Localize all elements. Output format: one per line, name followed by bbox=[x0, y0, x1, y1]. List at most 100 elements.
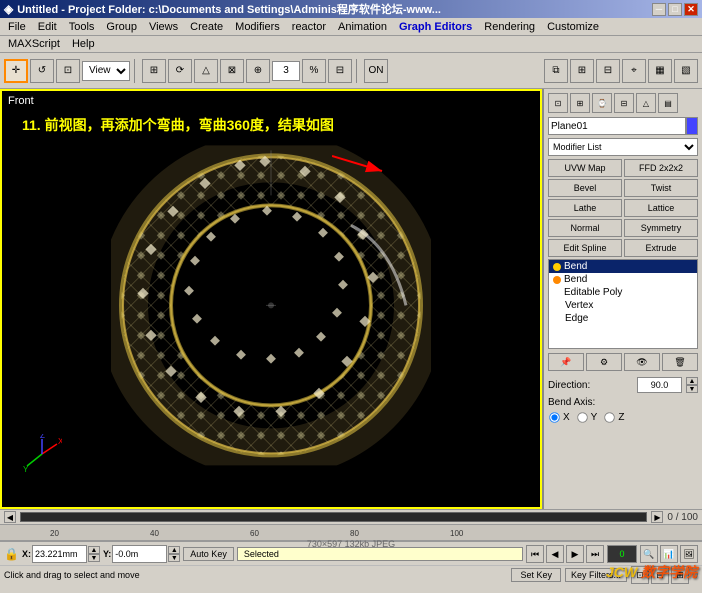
symmetry-button[interactable]: Symmetry bbox=[624, 219, 698, 237]
minimize-button[interactable]: ─ bbox=[652, 3, 666, 16]
stack-item-vertex[interactable]: Vertex bbox=[549, 299, 697, 312]
rp-icon-2[interactable]: ⊞ bbox=[570, 93, 590, 113]
rp-icon-6[interactable]: ▤ bbox=[658, 93, 678, 113]
bend-axis-x-label[interactable]: X bbox=[548, 411, 570, 424]
select-tool-button[interactable]: ✛ bbox=[4, 59, 28, 83]
coord-x-input[interactable] bbox=[32, 545, 87, 563]
tb-icon-10[interactable]: ⊞ bbox=[570, 59, 594, 83]
menu-views[interactable]: Views bbox=[143, 20, 184, 34]
frame-number-display: 0 bbox=[607, 545, 637, 563]
icon-r3[interactable]: ⊞ bbox=[671, 566, 689, 584]
tb-icon-8[interactable]: ON bbox=[364, 59, 388, 83]
object-name-input[interactable] bbox=[548, 117, 686, 135]
edit-spline-button[interactable]: Edit Spline bbox=[548, 239, 622, 257]
menu-reactor[interactable]: reactor bbox=[286, 20, 332, 34]
icon-render[interactable]: 🖼 bbox=[680, 545, 698, 563]
menu-group[interactable]: Group bbox=[100, 20, 143, 34]
bend-axis-z-label[interactable]: Z bbox=[603, 411, 624, 424]
tb-icon-7[interactable]: ⊟ bbox=[328, 59, 352, 83]
menu-modifiers[interactable]: Modifiers bbox=[229, 20, 286, 34]
play-btn[interactable]: ▶ bbox=[566, 545, 584, 563]
menu-file[interactable]: File bbox=[2, 20, 32, 34]
coord-y-spin-down[interactable]: ▼ bbox=[168, 554, 180, 562]
bevel-button[interactable]: Bevel bbox=[548, 179, 622, 197]
menu-maxscript[interactable]: MAXScript bbox=[2, 37, 66, 51]
modifier-list-select[interactable]: Modifier List bbox=[548, 138, 698, 156]
extrude-button[interactable]: Extrude bbox=[624, 239, 698, 257]
menu-edit[interactable]: Edit bbox=[32, 20, 63, 34]
stack-item-editable-poly[interactable]: Editable Poly bbox=[549, 286, 697, 299]
tb-icon-6[interactable]: % bbox=[302, 59, 326, 83]
twist-button[interactable]: Twist bbox=[624, 179, 698, 197]
lattice-button[interactable]: Lattice bbox=[624, 199, 698, 217]
animation-track-bar: ◀ ▶ 0 / 100 bbox=[0, 509, 702, 525]
tb-icon-2[interactable]: ⟳ bbox=[168, 59, 192, 83]
maximize-button[interactable]: □ bbox=[668, 3, 682, 16]
tb-icon-12[interactable]: ⌖ bbox=[622, 59, 646, 83]
coord-x-spin-up[interactable]: ▲ bbox=[88, 546, 100, 554]
play-fwd-btn[interactable]: ⏭ bbox=[586, 545, 604, 563]
icon-search[interactable]: 🔍 bbox=[640, 545, 658, 563]
lathe-button[interactable]: Lathe bbox=[548, 199, 622, 217]
rp-icon-4[interactable]: ⊟ bbox=[614, 93, 634, 113]
direction-spin-down[interactable]: ▼ bbox=[686, 385, 698, 393]
icon-r1[interactable]: ⊡ bbox=[631, 566, 649, 584]
stack-delete-btn[interactable]: 🗑 bbox=[662, 353, 698, 371]
tb-icon-3[interactable]: △ bbox=[194, 59, 218, 83]
uvw-map-button[interactable]: UVW Map bbox=[548, 159, 622, 177]
bend-axis-x-radio[interactable] bbox=[549, 412, 559, 422]
menu-customize[interactable]: Customize bbox=[541, 20, 605, 34]
track-left-arrow[interactable]: ◀ bbox=[4, 511, 16, 523]
rp-icon-3[interactable]: ⌚ bbox=[592, 93, 612, 113]
menu-graph-editors[interactable]: Graph Editors bbox=[393, 20, 478, 34]
bend-axis-z-radio[interactable] bbox=[605, 412, 615, 422]
scale-tool-button[interactable]: ⊡ bbox=[56, 59, 80, 83]
coord-x-spin-down[interactable]: ▼ bbox=[88, 554, 100, 562]
object-color-swatch[interactable] bbox=[686, 117, 698, 135]
coord-y-input[interactable] bbox=[112, 545, 167, 563]
key-filters-button[interactable]: Key Filters... bbox=[565, 568, 627, 582]
stack-item-bend1[interactable]: Bend bbox=[549, 260, 697, 273]
stack-dot-orange bbox=[553, 276, 561, 284]
play-back-btn[interactable]: ◀ bbox=[546, 545, 564, 563]
stack-visibility-btn[interactable]: 👁 bbox=[624, 353, 660, 371]
tb-icon-4[interactable]: ⊠ bbox=[220, 59, 244, 83]
tb-icon-13[interactable]: ▦ bbox=[648, 59, 672, 83]
stack-item-bend2[interactable]: Bend bbox=[549, 273, 697, 286]
bend-axis-y-radio[interactable] bbox=[577, 412, 587, 422]
auto-key-button[interactable]: Auto Key bbox=[183, 547, 234, 561]
rotate-tool-button[interactable]: ↺ bbox=[30, 59, 54, 83]
icon-graph[interactable]: 📊 bbox=[660, 545, 678, 563]
rp-icon-1[interactable]: ⊡ bbox=[548, 93, 568, 113]
ffd-button[interactable]: FFD 2x2x2 bbox=[624, 159, 698, 177]
bend-axis-y-label[interactable]: Y bbox=[576, 411, 598, 424]
menu-tools[interactable]: Tools bbox=[63, 20, 101, 34]
direction-spin-up[interactable]: ▲ bbox=[686, 377, 698, 385]
stack-item-edge[interactable]: Edge bbox=[549, 312, 697, 325]
set-key-button[interactable]: Set Key bbox=[511, 568, 561, 582]
viewport-panel[interactable]: Front 11. 前视图，再添加个弯曲，弯曲360度，结果如图 bbox=[0, 89, 542, 509]
tb-icon-9[interactable]: ⧉ bbox=[544, 59, 568, 83]
animation-track[interactable] bbox=[20, 512, 647, 522]
tb-icon-1[interactable]: ⊞ bbox=[142, 59, 166, 83]
tb-icon-11[interactable]: ⊟ bbox=[596, 59, 620, 83]
menu-rendering[interactable]: Rendering bbox=[478, 20, 541, 34]
track-right-arrow[interactable]: ▶ bbox=[651, 511, 663, 523]
view-select[interactable]: View bbox=[82, 61, 130, 81]
tb-icon-5[interactable]: ⊕ bbox=[246, 59, 270, 83]
coord-y-spin-up[interactable]: ▲ bbox=[168, 546, 180, 554]
stack-pin-btn[interactable]: 📌 bbox=[548, 353, 584, 371]
normal-button[interactable]: Normal bbox=[548, 219, 622, 237]
frame-count-input[interactable] bbox=[272, 61, 300, 81]
direction-input[interactable] bbox=[637, 377, 682, 393]
icon-r2[interactable]: ⊟ bbox=[651, 566, 669, 584]
lock-icon[interactable]: 🔒 bbox=[4, 547, 19, 561]
menu-create[interactable]: Create bbox=[184, 20, 229, 34]
menu-animation[interactable]: Animation bbox=[332, 20, 393, 34]
tb-icon-14[interactable]: ▧ bbox=[674, 59, 698, 83]
close-button[interactable]: ✕ bbox=[684, 3, 698, 16]
rp-icon-5[interactable]: △ bbox=[636, 93, 656, 113]
stack-config-btn[interactable]: ⚙ bbox=[586, 353, 622, 371]
menu-help[interactable]: Help bbox=[66, 37, 101, 51]
play-prev-btn[interactable]: ⏮ bbox=[526, 545, 544, 563]
